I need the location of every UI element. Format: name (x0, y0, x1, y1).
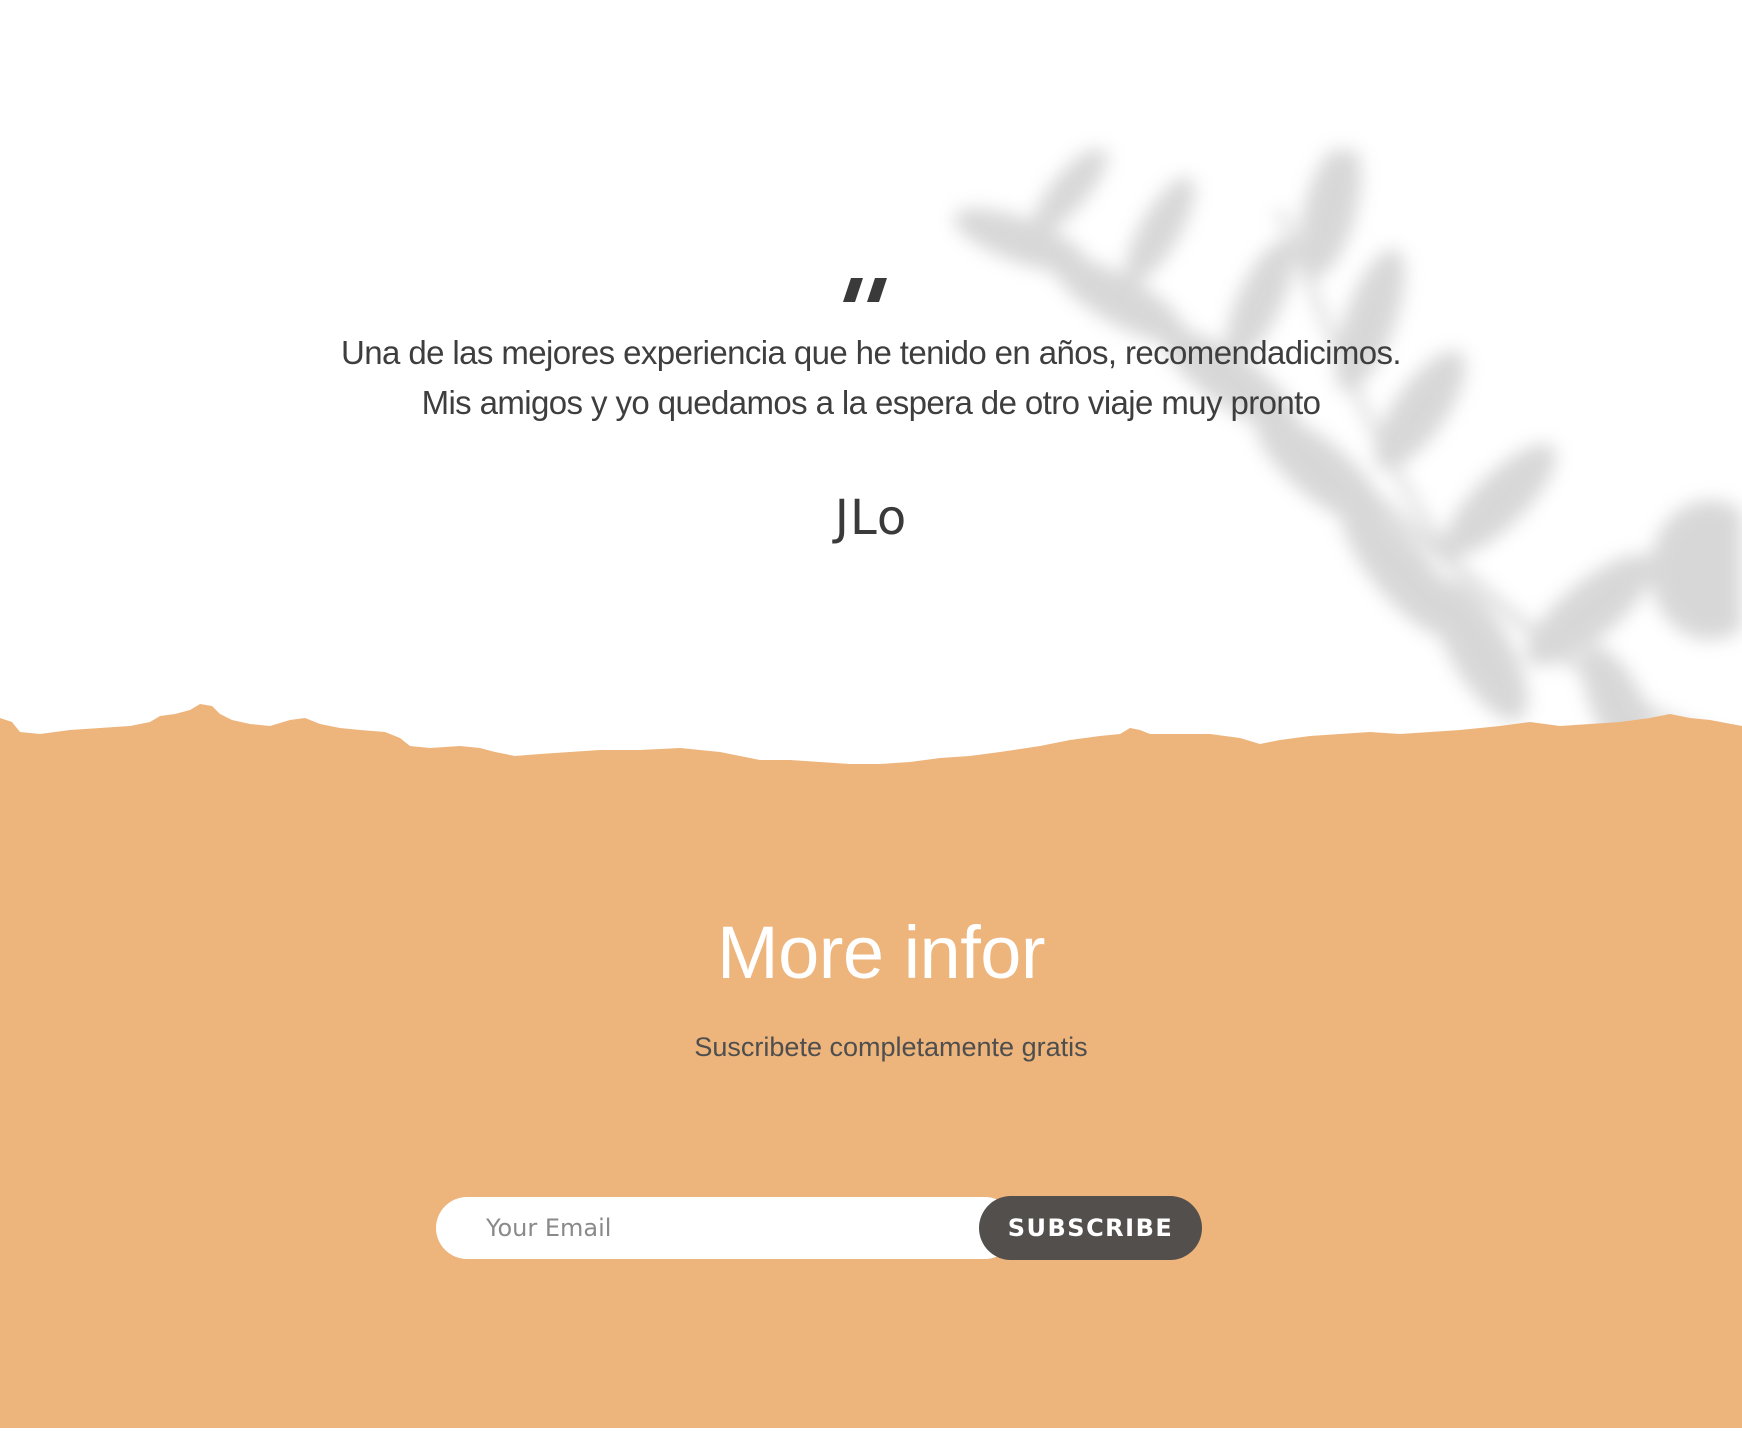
page: Una de las mejores experiencia que he te… (0, 0, 1742, 1432)
quote-icon (843, 278, 887, 302)
testimonial-section: Una de las mejores experiencia que he te… (0, 270, 1742, 546)
newsletter-subtitle: Suscribete completamente gratis (694, 1032, 1088, 1062)
newsletter-title: More infor (716, 911, 1046, 994)
testimonial-quote-line-1: Una de las mejores experiencia que he te… (341, 334, 1401, 371)
testimonial-quote: Una de las mejores experiencia que he te… (321, 328, 1421, 428)
email-input[interactable] (436, 1197, 1016, 1259)
subscribe-button[interactable]: SUBSCRIBE (979, 1196, 1202, 1260)
testimonial-quote-line-2: Mis amigos y yo quedamos a la espera de … (421, 384, 1321, 421)
subscribe-form: SUBSCRIBE (436, 1196, 1202, 1260)
newsletter-section (0, 780, 1742, 1428)
testimonial-author: JLo (834, 490, 908, 546)
